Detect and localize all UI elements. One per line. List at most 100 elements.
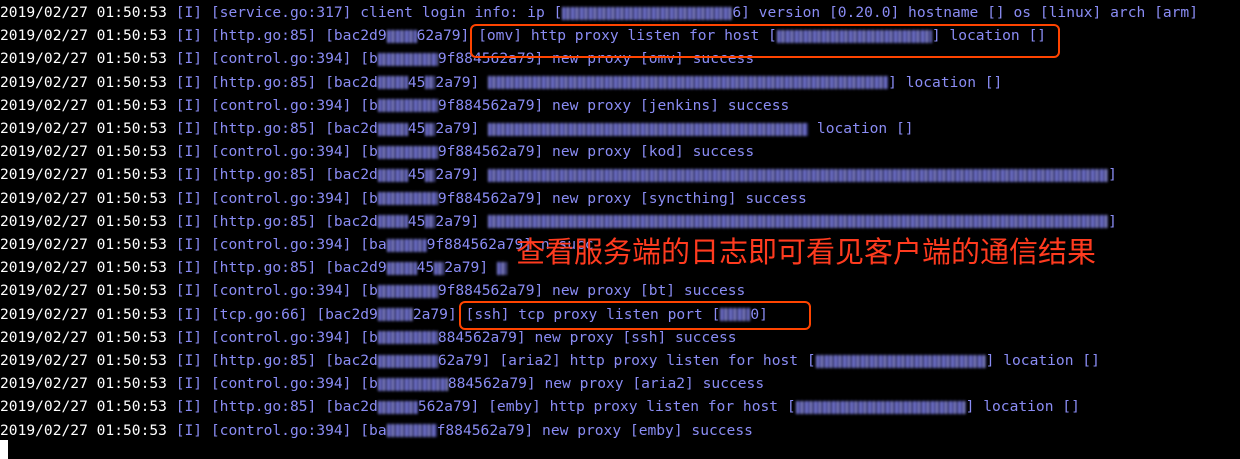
redacted-text bbox=[377, 145, 438, 159]
log-text: 9f884562a79] new proxy [bt] success bbox=[437, 282, 746, 300]
redacted-text bbox=[377, 400, 418, 414]
log-text: [I] [http.go:85] [bac2d bbox=[175, 166, 378, 184]
highlight-box-omv bbox=[470, 24, 1060, 58]
terminal-cursor bbox=[0, 440, 8, 459]
log-text: 2a79] bbox=[444, 259, 497, 277]
log-text: 45 bbox=[407, 73, 426, 91]
log-timestamp: 2019/02/27 01:50:53 bbox=[0, 212, 167, 230]
log-timestamp: 2019/02/27 01:50:53 bbox=[0, 73, 167, 91]
redacted-text bbox=[488, 122, 809, 136]
log-timestamp: 2019/02/27 01:50:53 bbox=[0, 236, 167, 253]
log-text: 562a79] [emby] http proxy listen for hos… bbox=[417, 398, 796, 416]
log-text: [I] [http.go:85] [bac2d9 bbox=[175, 259, 387, 277]
redacted-text bbox=[425, 168, 436, 182]
log-text: [I] [http.go:85] [bac2d9 bbox=[175, 27, 387, 45]
log-line: 2019/02/27 01:50:53 [I] [http.go:85] [ba… bbox=[0, 256, 507, 279]
redacted-text bbox=[425, 122, 436, 136]
log-timestamp: 2019/02/27 01:50:53 bbox=[0, 96, 167, 114]
log-text: ] bbox=[1108, 166, 1117, 184]
redacted-text bbox=[386, 424, 437, 438]
log-text: ] location [] bbox=[985, 352, 1100, 369]
redacted-text bbox=[377, 168, 408, 182]
log-text: ] bbox=[1108, 212, 1117, 230]
log-timestamp: 2019/02/27 01:50:53 bbox=[0, 375, 167, 393]
terminal-window[interactable]: 2019/02/27 01:50:53 [I] [service.go:317]… bbox=[0, 0, 1240, 459]
log-line: 2019/02/27 01:50:53 [I] [control.go:394]… bbox=[0, 372, 764, 395]
redacted-text bbox=[377, 192, 438, 206]
log-timestamp: 2019/02/27 01:50:53 bbox=[0, 143, 167, 161]
log-timestamp: 2019/02/27 01:50:53 bbox=[0, 50, 167, 68]
log-line: 2019/02/27 01:50:53 [I] [control.go:394]… bbox=[0, 140, 754, 163]
log-timestamp: 2019/02/27 01:50:53 bbox=[0, 305, 167, 323]
log-text: [I] [http.go:85] [bac2d bbox=[175, 212, 378, 230]
log-text: [I] [control.go:394] [b bbox=[175, 50, 378, 68]
log-text: [I] [control.go:394] [b bbox=[175, 328, 378, 346]
redacted-text bbox=[488, 168, 1109, 182]
log-timestamp: 2019/02/27 01:50:53 bbox=[0, 352, 167, 369]
log-text: 9f884562a79] new proxy [jenkins] success bbox=[437, 96, 790, 114]
log-timestamp: 2019/02/27 01:50:53 bbox=[0, 259, 167, 277]
log-line: 2019/02/27 01:50:53 [I] [http.go:85] [ba… bbox=[0, 163, 1117, 186]
log-line: 2019/02/27 01:50:53 [I] [http.go:85] [ba… bbox=[0, 210, 1117, 233]
log-text: 884562a79] new proxy [ssh] success bbox=[437, 328, 737, 346]
log-text: 2a79] bbox=[435, 166, 489, 184]
redacted-text bbox=[377, 215, 408, 229]
redacted-text bbox=[795, 400, 966, 414]
log-line: 2019/02/27 01:50:53 [I] [http.go:85] [ba… bbox=[0, 395, 1080, 418]
redacted-text bbox=[488, 76, 889, 90]
log-text: 45 bbox=[416, 259, 435, 277]
redacted-text bbox=[377, 377, 448, 391]
redacted-text bbox=[377, 52, 438, 66]
redacted-text bbox=[815, 354, 986, 368]
log-text: [I] [tcp.go:66] [bac2d9 bbox=[175, 305, 378, 323]
highlight-box-ssh bbox=[459, 301, 811, 330]
log-text: [I] [http.go:85] [bac2d bbox=[175, 398, 378, 416]
log-timestamp: 2019/02/27 01:50:53 bbox=[0, 120, 167, 137]
log-line: 2019/02/27 01:50:53 [I] [http.go:85] [ba… bbox=[0, 117, 914, 140]
log-text: [I] [control.go:394] [b bbox=[175, 189, 378, 207]
redacted-text bbox=[562, 6, 733, 20]
log-line: 2019/02/27 01:50:53 [I] [service.go:317]… bbox=[0, 1, 1198, 24]
log-line: 2019/02/27 01:50:53 [I] [control.go:394]… bbox=[0, 419, 753, 442]
log-text: location [] bbox=[808, 120, 914, 137]
redacted-text bbox=[386, 238, 427, 252]
log-text: [I] [service.go:317] client login info: … bbox=[175, 4, 563, 21]
redacted-text bbox=[377, 99, 438, 113]
log-timestamp: 2019/02/27 01:50:53 bbox=[0, 189, 167, 207]
log-text: 45 bbox=[407, 166, 426, 184]
log-timestamp: 2019/02/27 01:50:53 bbox=[0, 27, 167, 45]
log-line: 2019/02/27 01:50:53 [I] [control.go:394]… bbox=[0, 94, 789, 117]
redacted-text bbox=[386, 29, 417, 43]
redacted-text bbox=[425, 76, 436, 90]
redacted-text bbox=[488, 215, 1109, 229]
redacted-text bbox=[377, 354, 438, 368]
redacted-text bbox=[377, 122, 408, 136]
redacted-text bbox=[377, 76, 408, 90]
log-line: 2019/02/27 01:50:53 [I] [control.go:394]… bbox=[0, 279, 745, 302]
log-timestamp: 2019/02/27 01:50:53 bbox=[0, 4, 167, 21]
redacted-text bbox=[377, 331, 438, 345]
log-text: [I] [http.go:85] [bac2d bbox=[175, 352, 378, 369]
log-line: 2019/02/27 01:50:53 [I] [http.go:85] [ba… bbox=[0, 71, 1002, 94]
redacted-text bbox=[377, 308, 413, 322]
log-timestamp: 2019/02/27 01:50:53 bbox=[0, 166, 167, 184]
log-text: [I] [control.go:394] [ba bbox=[175, 421, 387, 439]
redacted-text bbox=[425, 215, 436, 229]
redacted-text bbox=[434, 261, 445, 275]
log-text: 884562a79] new proxy [aria2] success bbox=[447, 375, 765, 393]
log-text: 62a79] [aria2] http proxy listen for hos… bbox=[437, 352, 816, 369]
log-text: 6] version [0.20.0] hostname [] os [linu… bbox=[732, 4, 1198, 21]
log-text: ] location [] bbox=[888, 73, 1003, 91]
log-timestamp: 2019/02/27 01:50:53 bbox=[0, 421, 167, 439]
log-text: 45 bbox=[407, 120, 426, 137]
log-line: 2019/02/27 01:50:53 [I] [control.go:394]… bbox=[0, 233, 594, 256]
log-text: 9f884562a79] new proxy [syncthing] succe… bbox=[437, 189, 807, 207]
log-line: 2019/02/27 01:50:53 [I] [http.go:85] [ba… bbox=[0, 349, 1100, 372]
log-text: [I] [control.go:394] [b bbox=[175, 96, 378, 114]
log-text: [I] [http.go:85] [bac2d bbox=[175, 120, 378, 137]
log-line: 2019/02/27 01:50:53 [I] [control.go:394]… bbox=[0, 187, 807, 210]
redacted-text bbox=[496, 261, 507, 275]
redacted-text bbox=[386, 261, 417, 275]
log-text: ] location [] bbox=[965, 398, 1080, 416]
redacted-text bbox=[377, 284, 438, 298]
